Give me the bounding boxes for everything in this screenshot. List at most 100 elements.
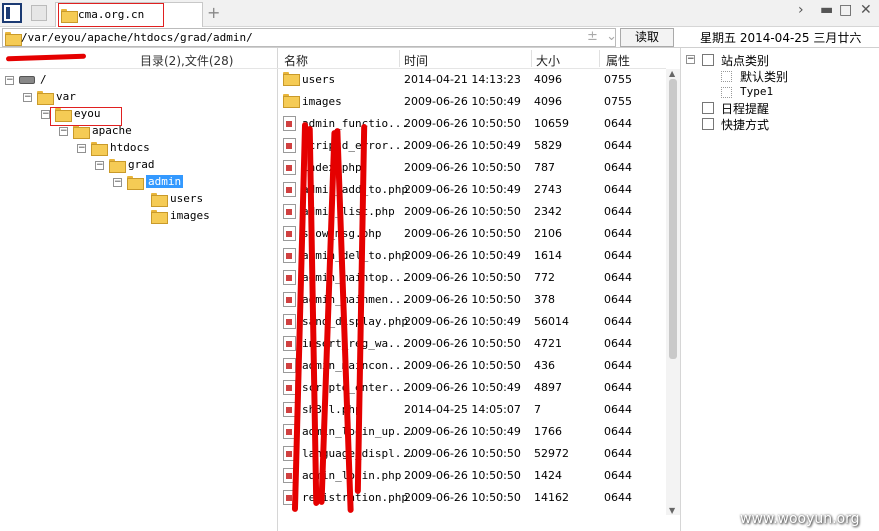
blank-tab-icon[interactable]	[31, 5, 47, 21]
default-category-label: 默认类别	[740, 70, 789, 84]
read-button[interactable]: 读取	[620, 28, 674, 47]
tree-node-label: var	[56, 90, 76, 103]
table-row[interactable]: admin_login_up...2009-06-26 10:50:491766…	[278, 421, 666, 443]
hand-icon	[702, 118, 714, 130]
collapse-toggle[interactable]: −	[41, 110, 50, 119]
app-menu-button[interactable]	[2, 3, 22, 23]
table-row[interactable]: language_displ...2009-06-26 10:50:505297…	[278, 443, 666, 465]
checkbox-icon[interactable]	[721, 71, 732, 82]
tree-node-label: htdocs	[110, 141, 150, 154]
chevron-right-icon[interactable]: ›	[798, 2, 804, 18]
address-bar: /var/eyou/apache/htdocs/grad/admin/ ± ⌄ …	[0, 27, 879, 48]
cell-perm: 0644	[604, 293, 632, 306]
tab-bar: cma.org.cn + › ▬ □ ✕	[0, 0, 879, 27]
schedule-panel: − 站点类别 默认类别 Type1 日程提醒 快捷方式	[680, 48, 879, 531]
collapse-toggle[interactable]: −	[5, 76, 14, 85]
collapse-toggle[interactable]: −	[59, 127, 68, 136]
table-row[interactable]: images 2009-06-26 10:50:49 4096 0755	[278, 91, 666, 113]
table-row[interactable]: users 2014-04-21 14:13:23 4096 0755	[278, 69, 666, 91]
table-row[interactable]: scriptd_enter... 2009-06-26 10:50:49 4897 0…	[278, 377, 666, 399]
cell-perm: 0644	[604, 491, 632, 504]
table-row[interactable]: admin_maincon... 2009-06-26 10:50:50 436 06…	[278, 355, 666, 377]
collapse-toggle[interactable]: −	[686, 55, 695, 64]
collapse-toggle[interactable]: −	[23, 93, 32, 102]
table-row[interactable]: admin_maintop... 2009-06-26 10:50:50 772 06…	[278, 267, 666, 289]
table-row[interactable]: admin_login.php2009-06-26 10:50:50142406…	[278, 465, 666, 487]
file-icon	[283, 182, 296, 197]
table-row[interactable]: sand_display.php 2009-06-26 10:50:49 56014…	[278, 311, 666, 333]
vertical-scrollbar[interactable]: ▲ ▼	[666, 69, 680, 515]
column-divider[interactable]	[599, 50, 600, 67]
cell-time: 2009-06-26 10:50:50	[404, 491, 521, 504]
cell-perm: 0644	[604, 359, 632, 372]
file-icon	[283, 226, 296, 241]
add-remove-icons[interactable]: ± ⌄	[587, 29, 617, 44]
type1-label: Type1	[740, 85, 774, 98]
table-row[interactable]: admin_del_to.php 2009-06-26 10:50:49 1614 0…	[278, 245, 666, 267]
column-header-size[interactable]: 大小	[536, 52, 560, 69]
table-row[interactable]: insert_reg_wa... 2009-06-26 10:50:50 4721 0…	[278, 333, 666, 355]
tree-node-label: users	[170, 192, 204, 205]
cell-perm: 0755	[604, 73, 632, 86]
cell-size: 5829	[534, 139, 562, 152]
table-row[interactable]: sh3ll.php 2014-04-25 14:05:07 7 0644	[278, 399, 666, 421]
cell-time: 2009-06-26 10:50:50	[404, 337, 521, 350]
file-icon	[283, 248, 296, 263]
cell-perm: 0644	[604, 403, 632, 416]
column-header-perm[interactable]: 属性	[606, 52, 630, 69]
red-highlight-box	[58, 3, 164, 27]
cell-size: 436	[534, 359, 555, 372]
collapse-toggle[interactable]: −	[95, 161, 104, 170]
collapse-toggle[interactable]: −	[113, 178, 122, 187]
cell-time: 2009-06-26 10:50:49	[404, 95, 521, 108]
cell-time: 2009-06-26 10:50:50	[404, 271, 521, 284]
file-icon	[283, 160, 296, 175]
scroll-down-icon[interactable]: ▼	[669, 506, 675, 515]
maximize-icon[interactable]: □	[839, 2, 852, 18]
column-header-time[interactable]: 时间	[404, 52, 428, 69]
cell-name: admin_list.php	[302, 205, 395, 218]
table-row[interactable]: registration.php 2009-06-26 10:50:50 14162…	[278, 487, 666, 509]
cell-size: 4096	[534, 95, 562, 108]
file-icon	[283, 292, 296, 307]
tree-node-label: admin	[146, 175, 184, 188]
cell-name: insert_reg_wa...	[302, 337, 408, 350]
cell-perm: 0755	[604, 95, 632, 108]
cell-name: admin_mainmen...	[302, 293, 408, 306]
folder-icon	[91, 142, 108, 156]
cell-time: 2014-04-25 14:05:07	[404, 403, 521, 416]
file-icon	[283, 270, 296, 285]
folder-icon	[109, 159, 126, 173]
column-header-name[interactable]: 名称	[284, 52, 308, 69]
table-row[interactable]: admin_mainmen... 2009-06-26 10:50:50 378 06…	[278, 289, 666, 311]
cell-time: 2009-06-26 10:50:50	[404, 469, 521, 482]
redaction-scribble	[5, 53, 87, 62]
cell-size: 378	[534, 293, 555, 306]
reminder-label: 日程提醒	[721, 102, 770, 116]
column-divider[interactable]	[531, 50, 532, 67]
cell-perm: 0644	[604, 425, 632, 438]
cell-name: scriptd_enter...	[302, 381, 408, 394]
cell-size: 10659	[534, 117, 569, 130]
cell-name: images	[302, 95, 342, 108]
scroll-up-icon[interactable]: ▲	[669, 69, 675, 78]
scroll-thumb[interactable]	[669, 79, 677, 359]
cell-size: 2743	[534, 183, 562, 196]
cell-name: admin_maincon...	[302, 359, 408, 372]
cell-size: 2106	[534, 227, 562, 240]
column-divider[interactable]	[399, 50, 400, 67]
checkbox-icon[interactable]	[721, 87, 732, 98]
plus-icon[interactable]: +	[207, 3, 220, 22]
table-row[interactable]: show_msg.php2009-06-26 10:50:5021060644	[278, 223, 666, 245]
folder-icon	[151, 193, 168, 207]
cell-size: 1614	[534, 249, 562, 262]
cell-size: 1766	[534, 425, 562, 438]
minimize-icon[interactable]: ▬	[820, 2, 833, 18]
path-input[interactable]: /var/eyou/apache/htdocs/grad/admin/ ± ⌄	[2, 28, 617, 47]
cell-name: scriptd_error...	[302, 139, 408, 152]
file-icon	[283, 204, 296, 219]
folder-icon	[283, 94, 300, 108]
cell-name: admin_maintop...	[302, 271, 408, 284]
collapse-toggle[interactable]: −	[77, 144, 86, 153]
close-icon[interactable]: ✕	[860, 2, 872, 18]
